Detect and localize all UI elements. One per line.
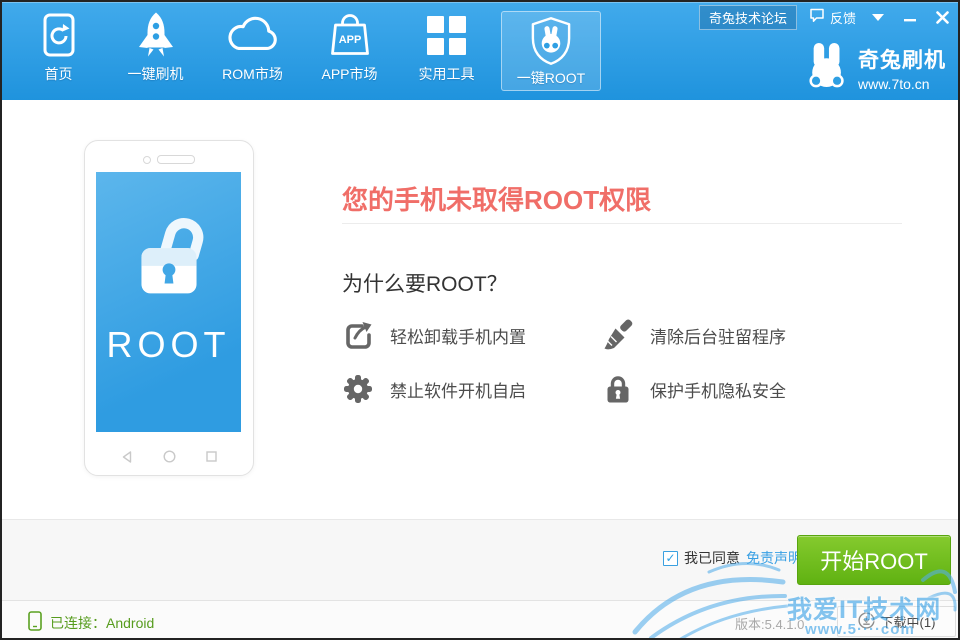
nav-label: ROM市场 [222,64,283,84]
feedback-button[interactable]: 反馈 [809,8,856,27]
download-manager-button[interactable]: 下载中(1) [837,606,956,637]
download-label: 下载中(1) [881,612,936,631]
feature-label: 保护手机隐私安全 [650,377,786,402]
uninstall-icon [342,319,374,351]
feature-uninstall: 轻松卸载手机内置 [342,318,602,352]
nav-label: APP市场 [321,64,377,84]
phone-speaker [157,155,195,164]
nav-label: 实用工具 [419,64,475,84]
feature-label: 轻松卸载手机内置 [390,323,526,348]
main-nav: 首页 一键刷机 [10,8,601,94]
agree-checkbox[interactable]: ✓ [663,551,678,566]
nav-item-root[interactable]: 一键ROOT [501,11,601,91]
agree-label: 我已同意 [684,548,740,568]
nav-label: 一键刷机 [128,64,184,84]
feature-label: 清除后台驻留程序 [650,323,786,348]
forum-link[interactable]: 奇兔技术论坛 [699,5,797,30]
menu-dropdown-button[interactable] [868,8,888,26]
nav-item-flash[interactable]: 一键刷机 [107,8,204,94]
connection-label: 已连接：Android [50,613,154,633]
header: 首页 一键刷机 [2,2,958,100]
brand-name: 奇兔刷机 [858,44,946,74]
home-refresh-icon [40,8,78,62]
why-root-heading: 为什么要ROOT？ [342,268,508,298]
rabbit-mascot-icon [806,40,850,95]
download-icon [858,612,875,632]
nav-item-rom-market[interactable]: ROM市场 [204,8,301,94]
minimize-icon [904,11,916,23]
phone-camera-dot [143,156,151,164]
version-label: 版本:5.4.1.0 [735,614,804,633]
cloud-icon [225,8,281,62]
chevron-down-icon [872,14,884,21]
close-button[interactable] [932,8,952,26]
close-icon [936,11,949,24]
nav-label: 首页 [45,64,73,84]
nav-item-tools[interactable]: 实用工具 [398,8,495,94]
privacy-lock-icon [602,373,634,405]
brand-site-url: www.7to.cn [858,76,946,92]
feedback-label: 反馈 [830,8,856,27]
speech-bubble-icon [809,8,825,26]
feature-clean: 清除后台驻留程序 [602,318,902,352]
feature-autostart: 禁止软件开机自启 [342,372,602,406]
phone-illustration: ROOT [84,140,254,476]
nav-label: 一键ROOT [517,68,585,88]
phone-nav-bar [85,450,253,463]
connection-status: 已连接：Android [28,611,154,634]
android-back-icon [121,451,133,463]
connected-phone-icon [28,611,42,634]
nav-item-home[interactable]: 首页 [10,8,107,94]
screen-root-label: ROOT [96,324,241,366]
nav-item-app-market[interactable]: APP APP市场 [301,8,398,94]
feature-privacy: 保护手机隐私安全 [602,372,902,406]
unlocked-padlock-icon [110,206,228,311]
brand-logo: 奇兔刷机 www.7to.cn [806,40,946,95]
app-bag-icon: APP [327,8,373,62]
disclaimer-link[interactable]: 免责声明 [746,548,802,568]
feature-label: 禁止软件开机自启 [390,377,526,402]
root-shield-icon [526,16,576,66]
agree-row: ✓ 我已同意 免责声明 [663,548,802,568]
android-home-icon [163,450,176,463]
gear-icon [342,373,374,405]
rocket-icon [136,8,176,62]
app-window: 首页 一键刷机 [0,0,960,640]
titlebar-controls: 奇兔技术论坛 反馈 [699,6,952,28]
page-title: 您的手机未取得ROOT权限 [342,180,651,217]
minimize-button[interactable] [900,8,920,26]
svg-text:APP: APP [338,34,361,46]
divider [342,223,902,224]
clean-brush-icon [602,319,634,351]
tools-grid-icon [427,8,466,62]
feature-list: 轻松卸载手机内置 清除后台驻留程序 [342,318,902,406]
start-root-button[interactable]: 开始ROOT [797,535,951,585]
phone-screen: ROOT [96,172,241,432]
android-recents-icon [206,451,217,462]
